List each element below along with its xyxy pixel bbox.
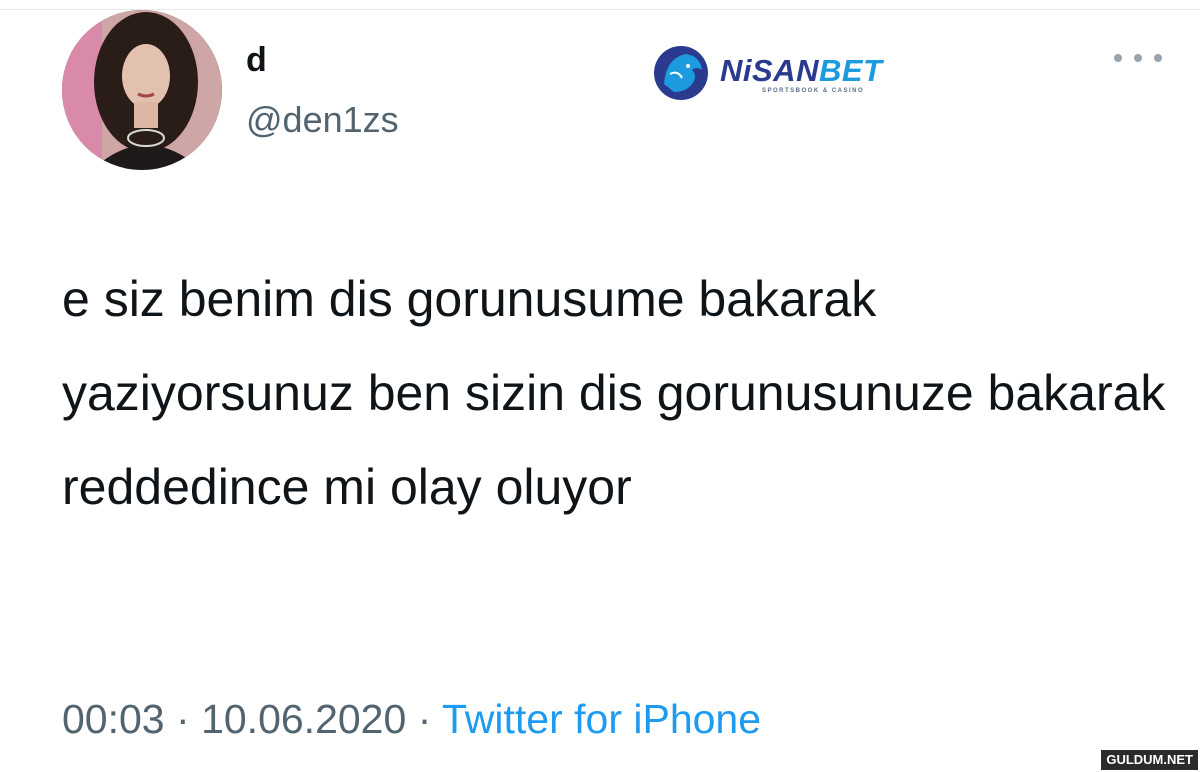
brand-tagline: SPORTSBOOK & CASINO <box>762 88 865 94</box>
avatar-image <box>62 10 222 170</box>
brand-logo: NiSANBET SPORTSBOOK & CASINO <box>652 42 912 102</box>
tweet-source-link[interactable]: Twitter for iPhone <box>442 696 761 742</box>
meta-separator: · <box>176 696 190 742</box>
more-dot <box>1114 54 1122 62</box>
brand-word-primary: NiSAN <box>720 53 819 88</box>
brand-word-accent: BET <box>818 53 883 88</box>
tweet-time[interactable]: 00:03 <box>62 696 165 742</box>
tweet-meta: 00:03 · 10.06.2020 · Twitter for iPhone <box>62 694 761 744</box>
user-handle[interactable]: @den1zs <box>246 98 399 142</box>
watermark: GULDUM.NET <box>1101 750 1198 770</box>
more-dot <box>1134 54 1142 62</box>
more-icon[interactable] <box>1114 48 1162 68</box>
more-dot <box>1154 54 1162 62</box>
tweet-text: e siz benim dis gorunusume bakarak yaziy… <box>62 271 1166 515</box>
meta-separator: · <box>417 696 432 742</box>
top-divider <box>0 9 1200 10</box>
display-name[interactable]: d <box>246 40 267 80</box>
brand-wordmark: NiSANBET <box>720 54 882 88</box>
lion-icon <box>654 46 708 100</box>
tweet-date[interactable]: 10.06.2020 <box>201 696 406 742</box>
avatar[interactable] <box>62 10 222 170</box>
